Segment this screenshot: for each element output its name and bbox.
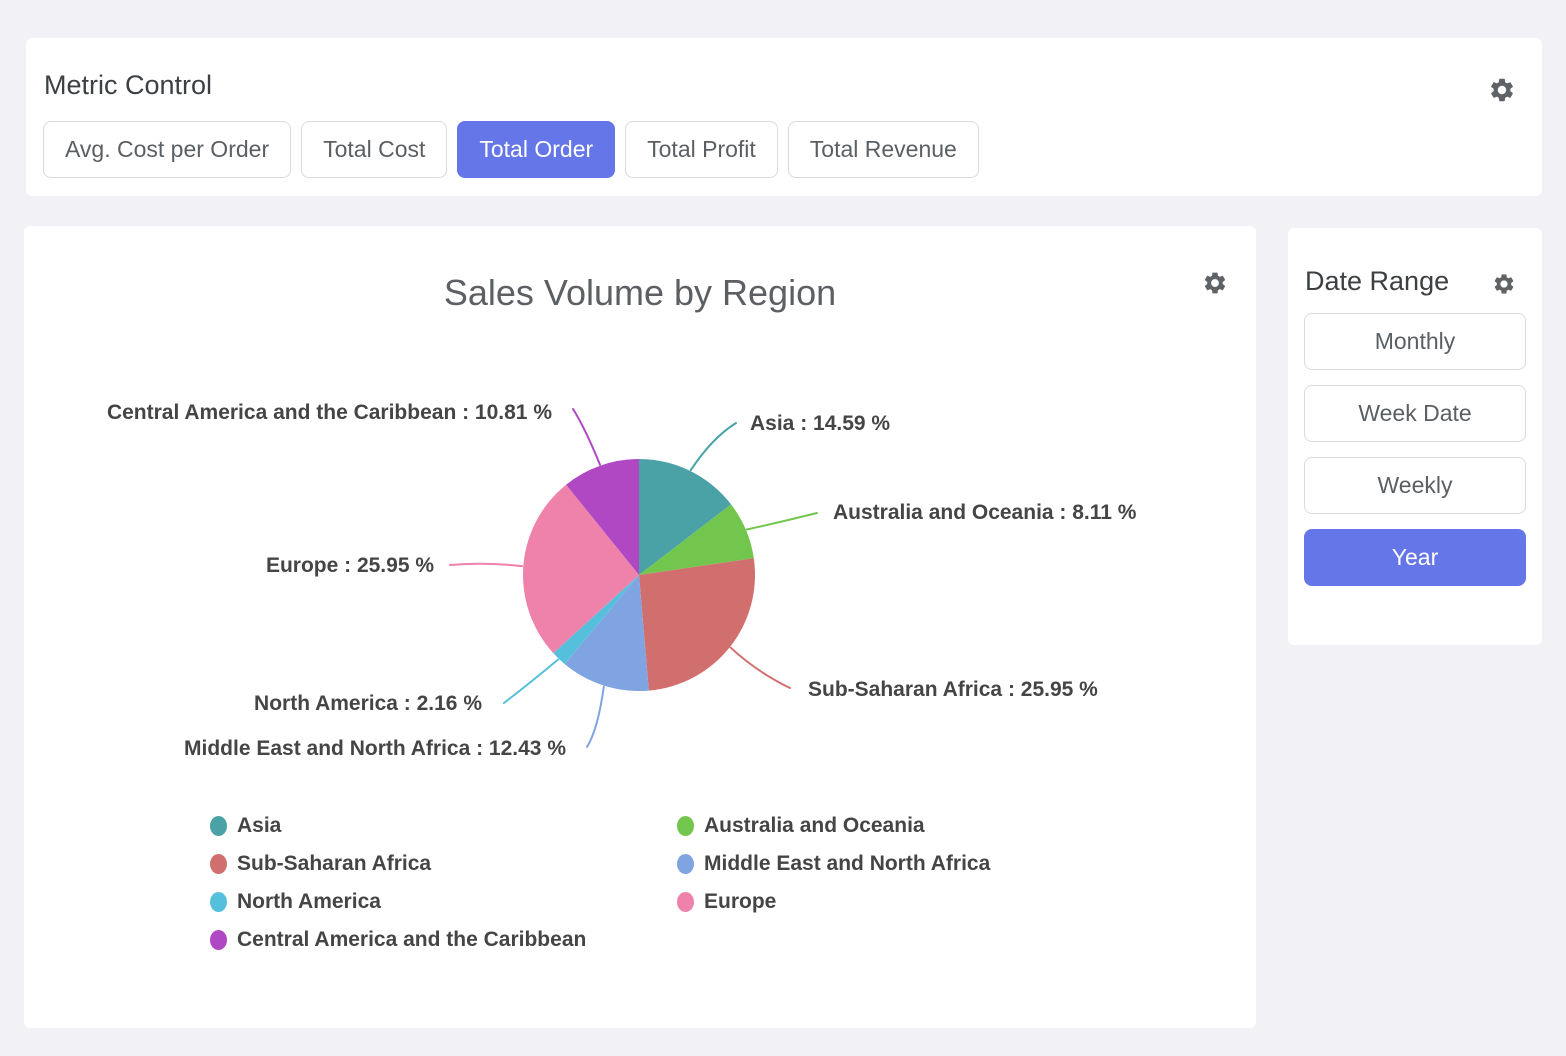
pie-label-australia-and-oceania: Australia and Oceania : 8.11 % [833,501,1137,524]
legend-item-middle-east-and-north-africa[interactable]: Middle East and North Africa [677,852,990,875]
legend-item-sub-saharan-africa[interactable]: Sub-Saharan Africa [210,852,677,875]
pie-leader-line-north-america [504,660,558,704]
legend-item-north-america[interactable]: North America [210,890,677,913]
pie-label-europe: Europe : 25.95 % [266,554,434,577]
pie-label-asia: Asia : 14.59 % [750,412,890,435]
metric-button-total-order[interactable]: Total Order [457,121,615,178]
pie-label-central-america-and-the-caribbean: Central America and the Caribbean : 10.8… [107,401,552,424]
legend-label: Europe [704,890,776,914]
legend-dot-icon [210,854,227,874]
legend-item-central-america-and-the-caribbean[interactable]: Central America and the Caribbean [210,928,677,951]
legend-label: Middle East and North Africa [704,852,990,876]
legend-item-asia[interactable]: Asia [210,814,677,837]
pie-leader-line-asia [691,423,736,470]
pie-slice-sub-saharan-africa[interactable] [639,558,755,690]
metric-control-panel: Metric Control Avg. Cost per Order Total… [26,38,1542,196]
metric-button-total-cost[interactable]: Total Cost [301,121,447,178]
pie-label-middle-east-and-north-africa: Middle East and North Africa : 12.43 % [184,737,566,760]
legend-item-europe[interactable]: Europe [677,890,990,913]
legend-label: Australia and Oceania [704,814,925,838]
legend-dot-icon [677,892,694,912]
date-range-button-week-date[interactable]: Week Date [1304,385,1526,442]
metric-button-avg-cost-per-order[interactable]: Avg. Cost per Order [43,121,291,178]
settings-gear-icon[interactable] [1488,76,1516,104]
metric-control-title: Metric Control [44,70,212,101]
settings-gear-icon[interactable] [1492,272,1516,296]
date-range-button-group: Monthly Week Date Weekly Year [1304,313,1526,586]
date-range-title: Date Range [1305,266,1449,297]
pie-label-north-america: North America : 2.16 % [254,692,482,715]
pie-leader-line-australia-and-oceania [747,513,817,530]
metric-button-group: Avg. Cost per Order Total Cost Total Ord… [43,121,979,178]
pie-leader-line-middle-east-and-north-africa [587,687,604,747]
legend-label: Asia [237,814,281,838]
legend-dot-icon [210,816,227,836]
legend-dot-icon [210,892,227,912]
date-range-button-year[interactable]: Year [1304,529,1526,586]
date-range-button-monthly[interactable]: Monthly [1304,313,1526,370]
legend-label: Sub-Saharan Africa [237,852,431,876]
pie-leader-line-central-america-and-the-caribbean [573,409,600,465]
legend-dot-icon [210,930,227,950]
date-range-button-weekly[interactable]: Weekly [1304,457,1526,514]
pie-leader-line-europe [450,564,522,566]
sales-volume-chart-panel: Sales Volume by Region Asia : 14.59 %Aus… [24,226,1256,1028]
metric-button-total-profit[interactable]: Total Profit [625,121,778,178]
legend-label: Central America and the Caribbean [237,928,586,952]
legend-dot-icon [677,854,694,874]
legend-item-australia-and-oceania[interactable]: Australia and Oceania [677,814,990,837]
chart-legend: Asia Australia and Oceania Sub-Saharan Afr… [210,814,990,951]
date-range-panel: Date Range Monthly Week Date Weekly Year [1288,228,1542,645]
pie-leader-line-sub-saharan-africa [731,648,790,688]
metric-button-total-revenue[interactable]: Total Revenue [788,121,979,178]
legend-dot-icon [677,816,694,836]
legend-label: North America [237,890,381,914]
pie-label-sub-saharan-africa: Sub-Saharan Africa : 25.95 % [808,678,1098,701]
